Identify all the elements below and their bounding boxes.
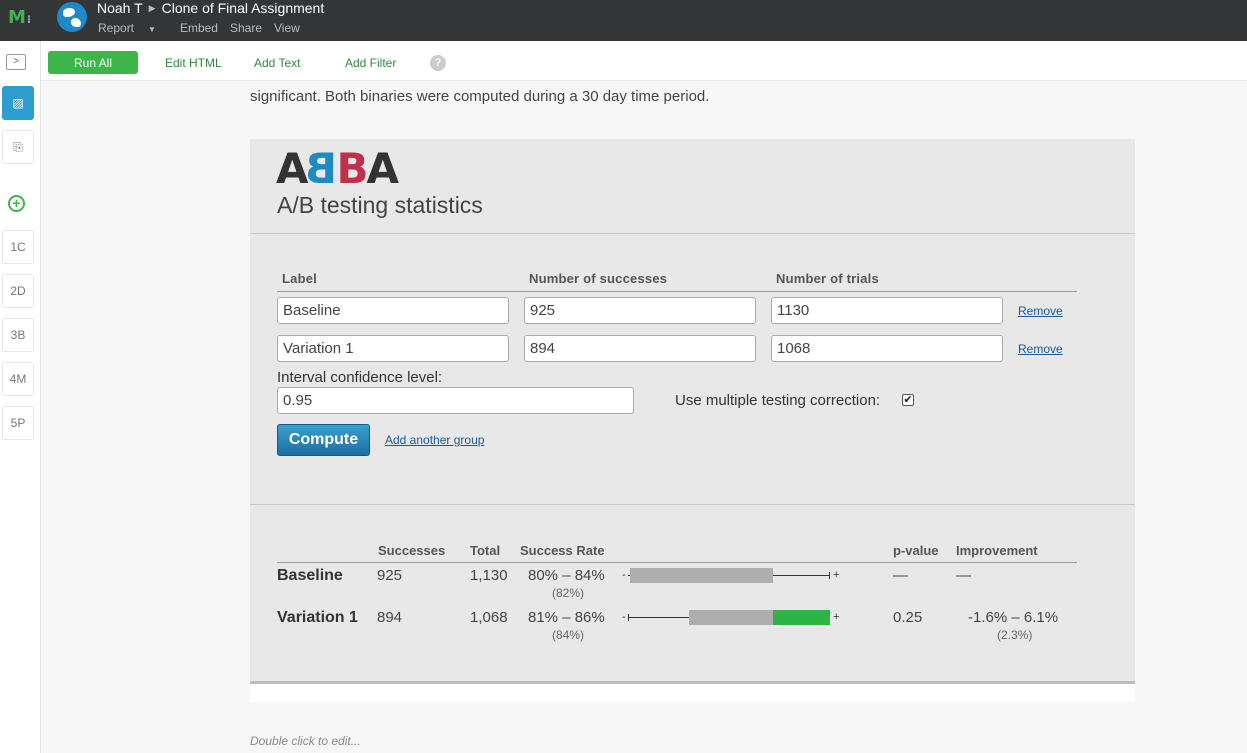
result-rate-interval: 81% – 86% — [528, 609, 605, 626]
interval-max-marker: + — [833, 611, 840, 623]
confidence-level-label: Interval confidence level: — [277, 369, 443, 386]
globe-icon[interactable] — [57, 2, 87, 32]
remove-group-link[interactable]: Remove — [1018, 304, 1063, 318]
edit-hint: Double click to edit... — [250, 734, 361, 748]
result-improvement: — — [956, 567, 971, 584]
menu-report[interactable]: Report ▼ — [98, 21, 168, 35]
results-table: Successes Total Success Rate p-value Imp… — [250, 506, 1135, 681]
result-row-label: Baseline — [277, 567, 343, 584]
result-row-label: Variation 1 — [277, 609, 358, 626]
rate-interval-bar — [689, 610, 773, 625]
result-successes: 925 — [377, 567, 403, 584]
results-pvalue-header: p-value — [893, 543, 939, 558]
breadcrumb-project[interactable]: Clone of Final Assignment — [162, 0, 325, 16]
rail-item-4m[interactable]: 4M — [2, 362, 34, 396]
report-menu: Report ▼ Embed Share View — [98, 21, 312, 35]
column-trials-header: Number of trials — [776, 271, 879, 286]
result-total: 1,130 — [470, 567, 508, 584]
help-icon[interactable]: ? — [430, 55, 446, 71]
improvement-interval-bar — [773, 610, 830, 625]
group-trials-input[interactable]: 1068 — [771, 335, 1003, 362]
result-rate-point: (84%) — [552, 628, 585, 642]
mode-logo[interactable]: M⁝ — [8, 7, 36, 29]
multiple-testing-checkbox[interactable]: ✔ — [902, 394, 914, 406]
header-divider — [277, 291, 1077, 292]
remove-group-link[interactable]: Remove — [1018, 342, 1063, 356]
add-query-icon[interactable]: + — [8, 195, 25, 212]
results-rate-header: Success Rate — [520, 543, 605, 558]
add-text-button[interactable]: Add Text — [254, 56, 300, 70]
results-improvement-header: Improvement — [956, 543, 1038, 558]
multiple-testing-label: Use multiple testing correction: — [675, 392, 881, 409]
run-all-button[interactable]: Run All — [48, 51, 138, 74]
edit-html-button[interactable]: Edit HTML — [165, 56, 222, 70]
result-successes: 894 — [377, 609, 403, 626]
group-label-input[interactable]: Variation 1 — [277, 335, 509, 362]
add-group-link[interactable]: Add another group — [385, 433, 484, 447]
rate-interval-bar — [630, 568, 773, 583]
confidence-level-input[interactable]: 0.95 — [277, 387, 634, 414]
editor-toolbar: Run All Edit HTML Add Text Add Filter ? — [41, 41, 1247, 81]
left-rail: > ▨ ⎘ + 1C 2D 3B 4M 5P — [0, 41, 41, 753]
interval-max-tick — [829, 572, 830, 579]
rail-item-5p[interactable]: 5P — [2, 406, 34, 440]
group-successes-input[interactable]: 925 — [524, 297, 756, 324]
interval-min-marker: - — [622, 569, 626, 581]
rail-item-2d[interactable]: 2D — [2, 274, 34, 308]
group-label-input[interactable]: Baseline — [277, 297, 509, 324]
column-label-header: Label — [282, 271, 317, 286]
interval-min-marker: - — [622, 611, 626, 623]
result-improvement-point: (2.3%) — [997, 628, 1033, 642]
breadcrumb-arrow-icon: ▶ — [148, 3, 156, 13]
report-text: significant. Both binaries were computed… — [250, 88, 710, 105]
breadcrumb: Noah T ▶ Clone of Final Assignment — [97, 0, 324, 16]
breadcrumb-user[interactable]: Noah T — [97, 0, 143, 16]
result-total: 1,068 — [470, 609, 508, 626]
column-successes-header: Number of successes — [529, 271, 668, 286]
result-improvement: -1.6% – 6.1% — [968, 609, 1059, 626]
menu-share[interactable]: Share — [230, 21, 262, 35]
result-rate-interval: 80% – 84% — [528, 567, 605, 584]
group-successes-input[interactable]: 894 — [524, 335, 756, 362]
result-pvalue: — — [893, 567, 908, 584]
results-divider — [277, 562, 1077, 563]
result-rate-point: (82%) — [552, 586, 585, 600]
rail-item-1c[interactable]: 1C — [2, 230, 34, 264]
abba-input-form: Label Number of successes Number of tria… — [250, 235, 1135, 505]
results-total-header: Total — [470, 543, 501, 558]
menu-view[interactable]: View — [274, 21, 300, 35]
abba-header: ABBA A/B testing statistics — [250, 139, 1135, 234]
chevron-down-icon: ▼ — [148, 25, 156, 34]
expand-panel-icon[interactable]: > — [6, 54, 26, 70]
group-trials-input[interactable]: 1130 — [771, 297, 1003, 324]
results-successes-header: Successes — [378, 543, 446, 558]
result-pvalue: 0.25 — [893, 609, 923, 626]
abba-panel: ABBA A/B testing statistics Label Number… — [250, 139, 1135, 684]
compute-button[interactable]: Compute — [277, 424, 370, 456]
add-filter-button[interactable]: Add Filter — [345, 56, 396, 70]
parameters-icon[interactable]: ⎘ — [2, 130, 34, 164]
interval-max-marker: + — [833, 569, 840, 581]
rail-item-3b[interactable]: 3B — [2, 318, 34, 352]
abba-logo: ABBA — [276, 144, 399, 193]
report-view-icon[interactable]: ▨ — [2, 86, 34, 120]
abba-subtitle: A/B testing statistics — [277, 192, 483, 218]
panel-footer-strip — [250, 684, 1135, 702]
menu-embed[interactable]: Embed — [180, 21, 218, 35]
top-bar: M⁝ Noah T ▶ Clone of Final Assignment Repo… — [0, 0, 1247, 41]
